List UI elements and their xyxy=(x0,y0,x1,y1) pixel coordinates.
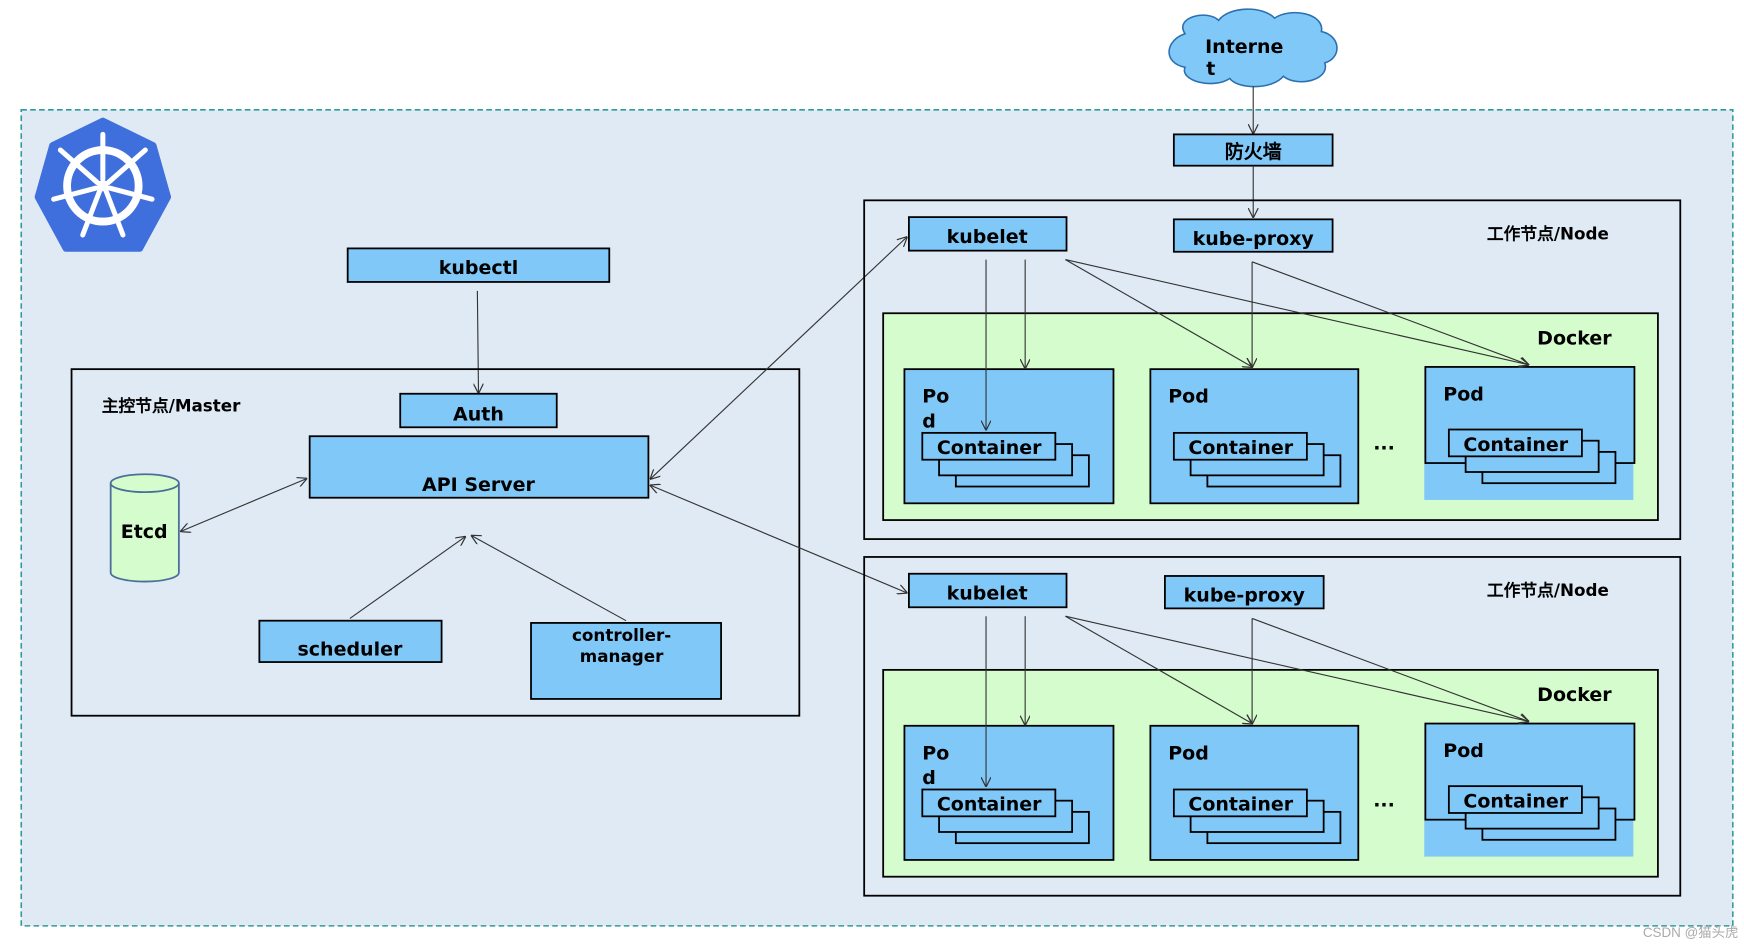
pod-label: Pod xyxy=(1168,742,1209,764)
watermark: CSDN @猫头虎 xyxy=(1643,925,1739,940)
api-server-label: API Server xyxy=(422,474,536,496)
internet-label: Interne xyxy=(1205,36,1283,58)
container-label: Container xyxy=(1463,434,1568,456)
pod-label-wrap: d xyxy=(922,410,936,432)
kube-proxy-label: kube-proxy xyxy=(1184,585,1306,607)
kubelet-label: kubelet xyxy=(947,582,1028,604)
kubectl-label: kubectl xyxy=(439,257,519,279)
pod-label: Pod xyxy=(1443,740,1484,762)
pod-label: Pod xyxy=(1168,386,1209,408)
kubernetes-helm-icon xyxy=(34,117,172,252)
internet-cloud: Interne t xyxy=(1168,8,1338,88)
container-label: Container xyxy=(937,437,1042,459)
controller-manager-label-2: manager xyxy=(580,646,664,666)
kube-proxy-label: kube-proxy xyxy=(1193,228,1315,250)
docker-label: Docker xyxy=(1537,328,1612,350)
pod-ellipsis: ... xyxy=(1373,789,1395,811)
node-label: 工作节点/Node xyxy=(1487,223,1609,243)
container-label: Container xyxy=(1463,790,1568,812)
pod-label: Po xyxy=(922,742,949,764)
kubelet-label: kubelet xyxy=(947,226,1028,248)
node-label: 工作节点/Node xyxy=(1487,580,1609,600)
firewall-label: 防火墙 xyxy=(1225,140,1282,163)
container-label: Container xyxy=(1188,437,1293,459)
etcd-label: Etcd xyxy=(121,521,168,543)
container-label: Container xyxy=(937,794,1042,816)
container-label: Container xyxy=(1188,794,1293,816)
master-label: 主控节点/Master xyxy=(102,396,241,416)
pod-label-wrap: d xyxy=(922,767,936,789)
docker-label: Docker xyxy=(1537,684,1612,706)
auth-label: Auth xyxy=(453,404,504,426)
pod-label: Pod xyxy=(1443,383,1484,405)
scheduler-label: scheduler xyxy=(297,638,403,660)
internet-label-wrap: t xyxy=(1206,58,1215,80)
pod-ellipsis: ... xyxy=(1373,433,1395,455)
controller-manager-label-1: controller- xyxy=(572,625,671,645)
pod-label: Po xyxy=(922,386,949,408)
kubernetes-architecture-diagram: Interne t 防火墙 kubectl 主控节点/Master Auth A… xyxy=(20,8,1739,940)
